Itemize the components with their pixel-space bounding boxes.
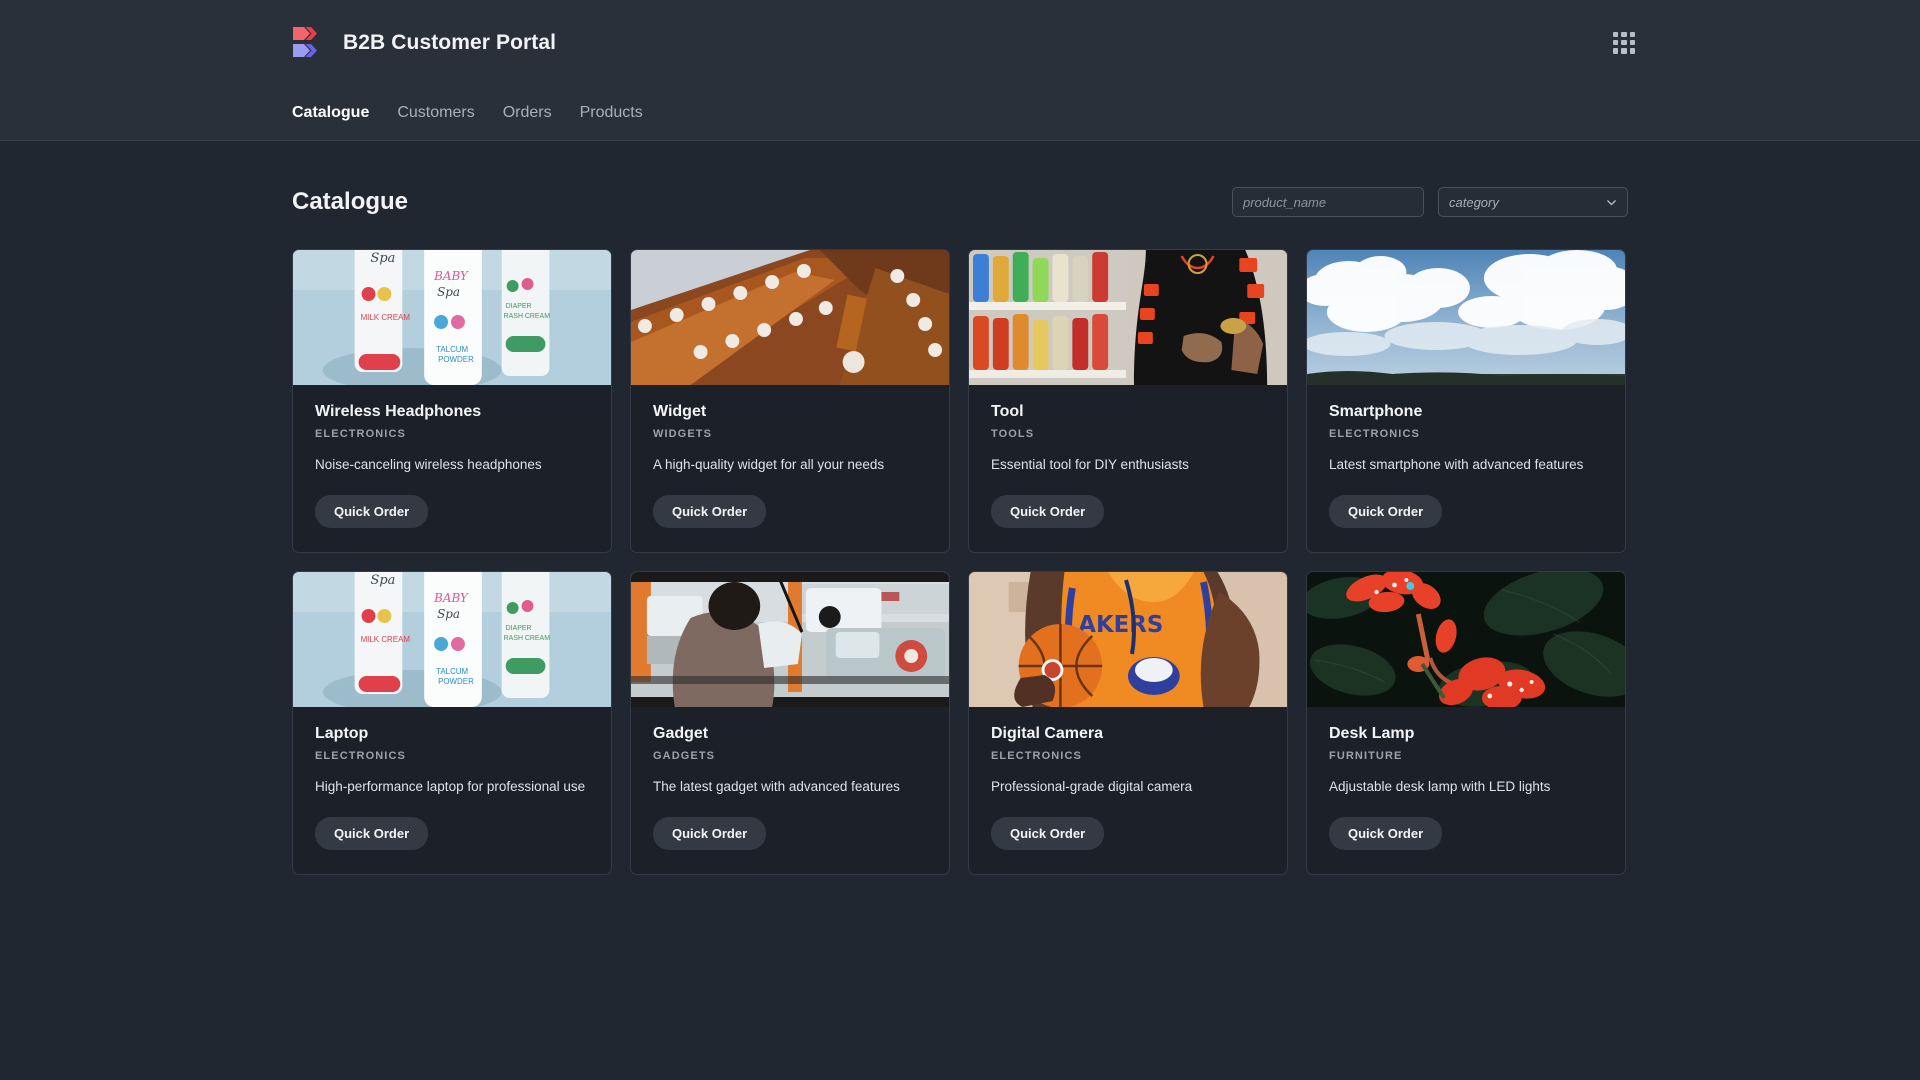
nav-item-customers[interactable]: Customers <box>397 104 474 122</box>
product-image-clouds-sky <box>1307 250 1625 385</box>
product-description: A high-quality widget for all your needs <box>653 457 885 472</box>
product-description: Adjustable desk lamp with LED lights <box>1329 779 1551 795</box>
nav-item-products[interactable]: Products <box>580 104 643 122</box>
product-image-rickshaw-traffic <box>631 572 949 708</box>
page-content: Catalogue category Spa <box>0 141 1920 876</box>
product-description: Essential tool for DIY enthusiasts <box>991 457 1189 472</box>
page-title: Catalogue <box>292 188 409 215</box>
app-header: B2B Customer Portal <box>0 0 1920 85</box>
product-grid: Spa BABY Spa MILK CREAM TALCUM POWDER DI… <box>292 249 1628 876</box>
quick-order-button[interactable]: Quick Order <box>315 495 429 529</box>
svg-text:AKERS: AKERS <box>1078 612 1163 638</box>
product-category: WIDGETS <box>653 428 713 440</box>
product-card-body: Tool TOOLS Essential tool for DIY enthus… <box>969 385 1287 552</box>
product-card-body: Laptop ELECTRONICS High-performance lapt… <box>293 707 611 874</box>
product-category: TOOLS <box>991 428 1035 440</box>
svg-text:TALCUM: TALCUM <box>436 667 468 676</box>
product-image-baby-spa-tubes: Spa BABY Spa MILK CREAM TALCUM POWDER DI… <box>293 250 611 385</box>
product-title: Tool <box>991 403 1024 420</box>
product-card[interactable]: Spa BABY Spa MILK CREAM TALCUM POWDER DI… <box>292 571 612 876</box>
product-category: ELECTRONICS <box>991 750 1082 763</box>
product-title: Smartphone <box>1329 403 1423 420</box>
product-title: Desk Lamp <box>1329 725 1415 743</box>
product-card[interactable]: Desk Lamp FURNITURE Adjustable desk lamp… <box>1306 571 1626 876</box>
product-card-body: Desk Lamp FURNITURE Adjustable desk lamp… <box>1307 707 1625 874</box>
svg-text:Spa: Spa <box>437 285 460 299</box>
product-title: Digital Camera <box>991 725 1104 743</box>
svg-text:BABY: BABY <box>433 591 469 605</box>
product-card[interactable]: Smartphone ELECTRONICS Latest smartphone… <box>1306 249 1626 554</box>
product-title: Laptop <box>315 725 369 743</box>
product-card[interactable]: AKERS Digital Camera ELECTRONICS Profess… <box>968 571 1288 876</box>
svg-text:RASH CREAM: RASH CREAM <box>504 313 551 320</box>
product-card-body: Smartphone ELECTRONICS Latest smartphone… <box>1307 385 1625 552</box>
product-card-body: Widget WIDGETS A high-quality widget for… <box>631 385 949 552</box>
product-title: Widget <box>653 403 707 420</box>
product-category: FURNITURE <box>1329 750 1403 763</box>
svg-text:DIAPER: DIAPER <box>506 625 532 632</box>
product-card[interactable]: Gadget GADGETS The latest gadget with ad… <box>630 571 950 876</box>
product-card-body: Gadget GADGETS The latest gadget with ad… <box>631 707 949 874</box>
product-title: Gadget <box>653 725 709 743</box>
apps-grid-icon[interactable] <box>1613 31 1635 54</box>
product-description: Latest smartphone with advanced features <box>1329 457 1584 472</box>
category-select[interactable]: category <box>1438 187 1628 217</box>
quick-order-button[interactable]: Quick Order <box>991 495 1105 529</box>
product-category: GADGETS <box>653 750 716 763</box>
brand: B2B Customer Portal <box>292 25 556 61</box>
svg-text:DIAPER: DIAPER <box>506 303 532 310</box>
product-description: The latest gadget with advanced features <box>653 779 900 795</box>
product-category: ELECTRONICS <box>315 750 406 763</box>
quick-order-button[interactable]: Quick Order <box>653 495 767 529</box>
product-image-red-flowers <box>1307 572 1625 708</box>
quick-order-button[interactable]: Quick Order <box>1329 817 1443 851</box>
product-image-temple-roof <box>631 250 949 385</box>
svg-text:TALCUM: TALCUM <box>436 345 468 354</box>
product-image-store-aisle-person <box>969 250 1287 385</box>
product-title: Wireless Headphones <box>315 403 482 420</box>
quick-order-button[interactable]: Quick Order <box>315 817 429 851</box>
svg-text:Spa: Spa <box>437 607 460 621</box>
svg-text:MILK CREAM: MILK CREAM <box>361 313 410 322</box>
product-card[interactable]: Widget WIDGETS A high-quality widget for… <box>630 249 950 554</box>
filters: category <box>1232 187 1628 217</box>
product-description: High-performance laptop for professional… <box>315 779 586 795</box>
chevron-down-icon <box>1606 197 1617 208</box>
svg-text:BABY: BABY <box>433 269 469 283</box>
svg-text:POWDER: POWDER <box>438 355 474 364</box>
svg-text:Spa: Spa <box>371 251 396 266</box>
category-select-label: category <box>1449 194 1499 210</box>
nav-item-catalogue[interactable]: Catalogue <box>292 104 369 122</box>
product-category: ELECTRONICS <box>1329 428 1420 440</box>
product-image-basketball-player: AKERS <box>969 572 1287 708</box>
svg-text:MILK CREAM: MILK CREAM <box>361 635 410 644</box>
product-card-body: Digital Camera ELECTRONICS Professional-… <box>969 707 1287 874</box>
svg-text:POWDER: POWDER <box>438 677 474 686</box>
svg-text:Spa: Spa <box>371 573 396 588</box>
product-card-body: Wireless Headphones ELECTRONICS Noise-ca… <box>293 385 611 552</box>
product-category: ELECTRONICS <box>315 428 406 440</box>
product-description: Noise-canceling wireless headphones <box>315 457 542 472</box>
product-card[interactable]: Spa BABY Spa MILK CREAM TALCUM POWDER DI… <box>292 249 612 554</box>
search-input[interactable] <box>1232 187 1424 217</box>
brand-title: B2B Customer Portal <box>343 30 557 54</box>
quick-order-button[interactable]: Quick Order <box>991 817 1105 851</box>
b-chevron-logo-icon <box>292 25 328 61</box>
svg-text:RASH CREAM: RASH CREAM <box>504 635 551 642</box>
main-nav: Catalogue Customers Orders Products <box>0 85 1920 141</box>
product-description: Professional-grade digital camera <box>991 779 1193 795</box>
quick-order-button[interactable]: Quick Order <box>653 817 767 851</box>
nav-item-orders[interactable]: Orders <box>503 104 552 122</box>
product-card[interactable]: Tool TOOLS Essential tool for DIY enthus… <box>968 249 1288 554</box>
page-toolbar: Catalogue category <box>292 187 1628 217</box>
product-image-baby-spa-tubes: Spa BABY Spa MILK CREAM TALCUM POWDER DI… <box>293 572 611 708</box>
quick-order-button[interactable]: Quick Order <box>1329 495 1443 529</box>
